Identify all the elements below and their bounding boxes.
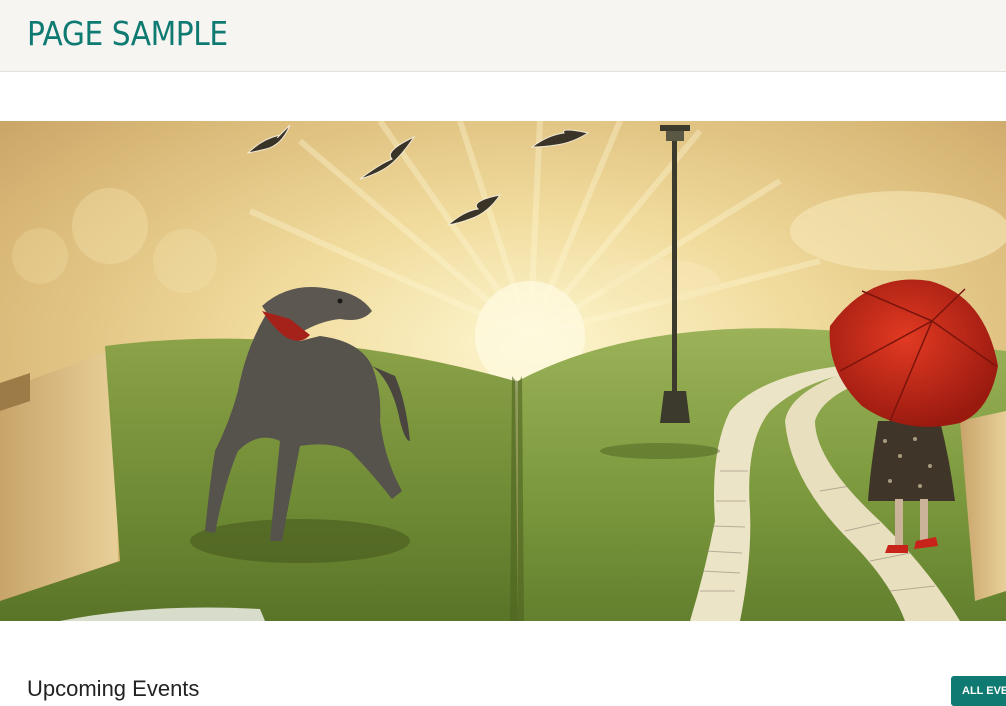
all-events-button[interactable]: ALL EVENTS <box>951 676 1006 706</box>
cloud <box>790 191 1006 271</box>
lamp-shadow <box>600 443 720 459</box>
bokeh <box>153 229 217 293</box>
book-spine <box>510 376 524 621</box>
bokeh <box>72 188 148 264</box>
site-header: PAGE SAMPLE <box>0 0 1006 72</box>
hero-banner <box>0 121 1006 621</box>
hero-illustration <box>0 121 1006 621</box>
upcoming-events-heading: Upcoming Events <box>27 676 200 701</box>
site-title[interactable]: PAGE SAMPLE <box>27 14 228 53</box>
cloud <box>600 259 720 303</box>
bokeh <box>12 228 68 284</box>
